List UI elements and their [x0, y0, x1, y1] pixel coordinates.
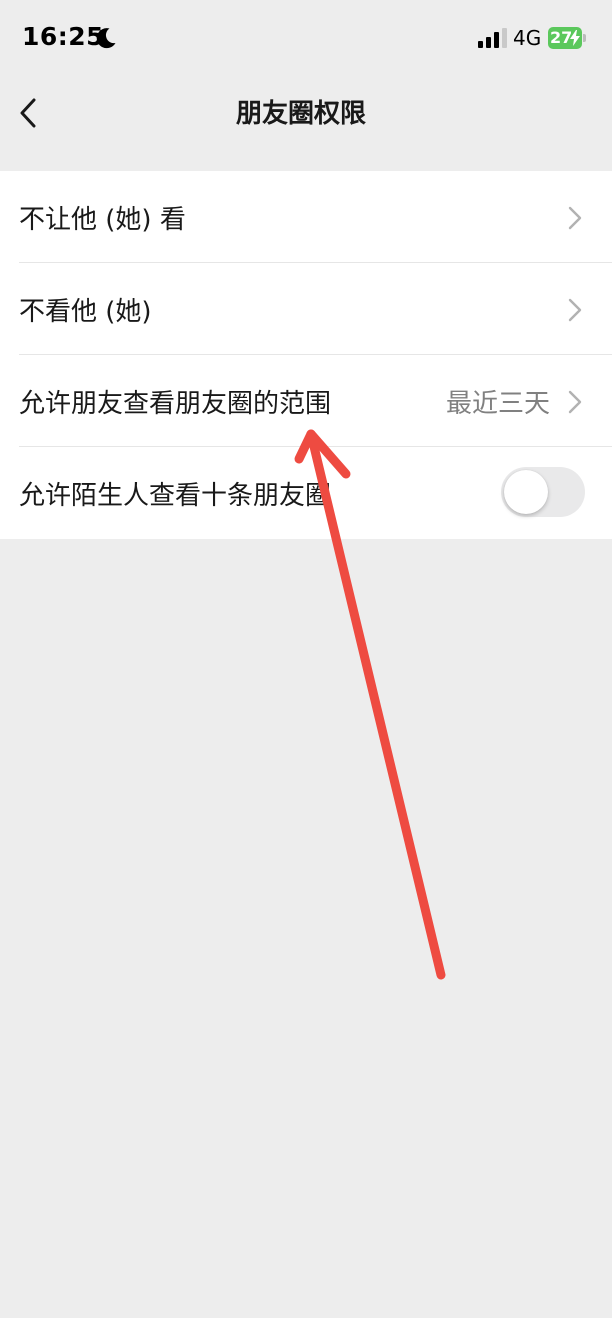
chevron-right-icon — [568, 206, 582, 230]
row-label: 允许陌生人查看十条朋友圈 — [19, 481, 332, 511]
battery-cap — [583, 34, 586, 42]
bolt-icon — [570, 30, 580, 46]
settings-list: 不让他 (她) 看 不看他 (她) 允许朋友查看朋友圈的范围 最近三天 允许陌生… — [0, 171, 612, 539]
signal-icon — [478, 28, 507, 48]
stranger-view-toggle[interactable] — [501, 467, 585, 517]
nav-bar: 朋友圈权限 — [0, 76, 612, 146]
page-title: 朋友圈权限 — [235, 99, 366, 129]
row-stranger-ten-posts: 允许陌生人查看十条朋友圈 — [0, 447, 612, 539]
row-label: 不看他 (她) — [19, 297, 152, 327]
row-hide-my-moments[interactable]: 不让他 (她) 看 — [0, 171, 612, 263]
row-label: 不让他 (她) 看 — [19, 205, 186, 235]
status-bar: 16:25 4G 27 — [0, 0, 612, 76]
chevron-right-icon — [568, 298, 582, 322]
row-value: 最近三天 — [445, 389, 550, 419]
battery-charging-icon: 27 — [548, 27, 588, 49]
chevron-right-icon — [568, 390, 582, 414]
row-label: 允许朋友查看朋友圈的范围 — [19, 389, 332, 419]
row-moments-visible-range[interactable]: 允许朋友查看朋友圈的范围 最近三天 — [0, 355, 612, 447]
toggle-knob — [504, 470, 548, 514]
battery-body: 27 — [548, 27, 582, 49]
battery-level: 27 — [550, 28, 573, 47]
moon-icon — [96, 28, 116, 49]
row-hide-their-moments[interactable]: 不看他 (她) — [0, 263, 612, 355]
network-type: 4G — [513, 26, 542, 50]
status-time: 16:25 — [22, 22, 105, 51]
